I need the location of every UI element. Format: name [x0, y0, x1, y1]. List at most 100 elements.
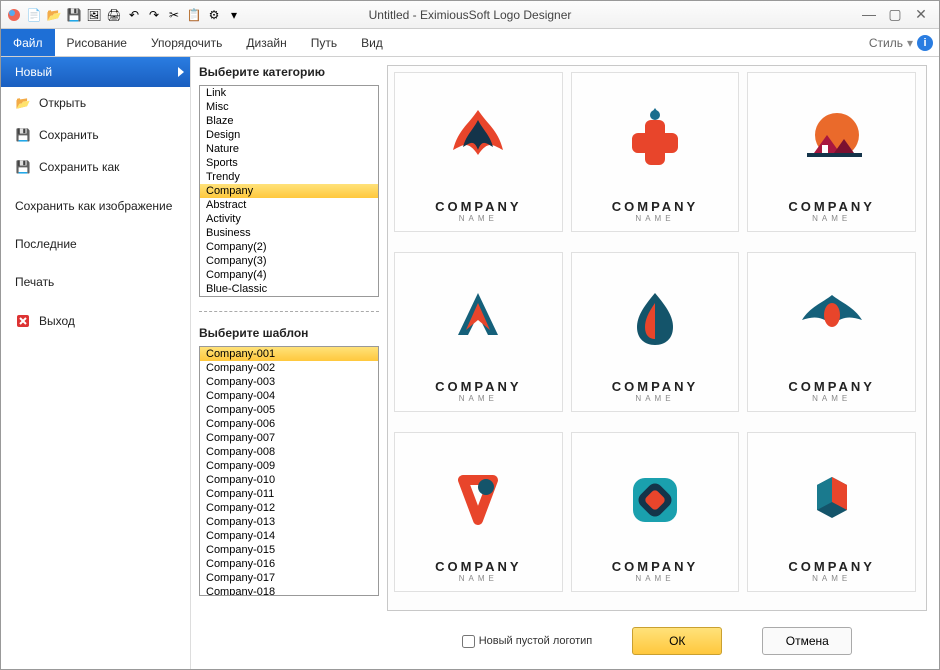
logo-graphic — [792, 441, 872, 559]
folder-icon: 📂 — [15, 95, 31, 111]
list-item[interactable]: Company-011 — [200, 487, 378, 501]
image-icon[interactable]: 🖼 — [85, 6, 103, 24]
dropdown-icon[interactable]: ▾ — [225, 6, 243, 24]
logo-graphic — [615, 441, 695, 559]
logo-caption: COMPANYNAME — [435, 559, 521, 583]
logo-card[interactable]: COMPANYNAME — [747, 72, 916, 232]
logo-caption: COMPANYNAME — [435, 379, 521, 403]
quick-toolbar: 📄 📂 💾 🖼 🖨 ↶ ↷ ✂ 📋 ⚙ ▾ — [1, 6, 247, 24]
open-icon[interactable]: 📂 — [45, 6, 63, 24]
logo-caption: COMPANYNAME — [788, 199, 874, 223]
menu-draw[interactable]: Рисование — [55, 29, 139, 56]
logo-caption: COMPANYNAME — [612, 199, 698, 223]
list-item[interactable]: Company(2) — [200, 240, 378, 254]
sidebar-exit[interactable]: Выход — [1, 305, 190, 337]
list-item[interactable]: Business — [200, 226, 378, 240]
titlebar: 📄 📂 💾 🖼 🖨 ↶ ↷ ✂ 📋 ⚙ ▾ Untitled - Eximiou… — [1, 1, 939, 29]
sidebar: Новый 📂Открыть 💾Сохранить 💾Сохранить как… — [1, 57, 191, 669]
close-button[interactable]: ✕ — [911, 6, 931, 23]
logo-graphic — [615, 261, 695, 379]
logo-card[interactable]: COMPANYNAME — [571, 252, 740, 412]
minimize-button[interactable]: — — [859, 6, 879, 23]
logo-card[interactable]: COMPANYNAME — [571, 72, 740, 232]
maximize-button[interactable]: ▢ — [885, 6, 905, 23]
list-item[interactable]: Link — [200, 86, 378, 100]
list-item[interactable]: Company-010 — [200, 473, 378, 487]
cancel-button[interactable]: Отмена — [762, 627, 852, 655]
undo-icon[interactable]: ↶ — [125, 6, 143, 24]
bottom-bar: Новый пустой логотип ОК Отмена — [387, 617, 927, 661]
style-label[interactable]: Стиль — [869, 36, 903, 50]
sidebar-open[interactable]: 📂Открыть — [1, 87, 190, 119]
redo-icon[interactable]: ↷ — [145, 6, 163, 24]
list-item[interactable]: Company-009 — [200, 459, 378, 473]
save-icon[interactable]: 💾 — [65, 6, 83, 24]
list-item[interactable]: Trendy — [200, 170, 378, 184]
list-item[interactable]: Company-017 — [200, 571, 378, 585]
list-item[interactable]: Company-005 — [200, 403, 378, 417]
template-listbox[interactable]: Company-001Company-002Company-003Company… — [199, 346, 379, 596]
list-item[interactable]: Company-016 — [200, 557, 378, 571]
gallery: COMPANYNAME COMPANYNAME COMPANYNAME COMPANY… — [387, 65, 927, 611]
category-title: Выберите категорию — [199, 65, 379, 81]
list-item[interactable]: Design — [200, 128, 378, 142]
empty-logo-check-input[interactable] — [462, 635, 475, 648]
list-item[interactable]: Company(3) — [200, 254, 378, 268]
list-item[interactable]: Company-003 — [200, 375, 378, 389]
list-item[interactable]: Abstract — [200, 198, 378, 212]
save-icon: 💾 — [15, 127, 31, 143]
sidebar-print[interactable]: Печать — [1, 267, 190, 297]
logo-card[interactable]: COMPANYNAME — [394, 72, 563, 232]
list-item[interactable]: Nature — [200, 142, 378, 156]
logo-caption: COMPANYNAME — [788, 559, 874, 583]
list-item[interactable]: Company-007 — [200, 431, 378, 445]
list-item[interactable]: Blaze — [200, 114, 378, 128]
logo-graphic — [615, 81, 695, 199]
logo-card[interactable]: COMPANYNAME — [747, 432, 916, 592]
list-item[interactable]: Company-004 — [200, 389, 378, 403]
menu-design[interactable]: Дизайн — [234, 29, 298, 56]
list-item[interactable]: Company-012 — [200, 501, 378, 515]
list-item[interactable]: Company(4) — [200, 268, 378, 282]
print-icon[interactable]: 🖨 — [105, 6, 123, 24]
cut-icon[interactable]: ✂ — [165, 6, 183, 24]
info-icon[interactable]: i — [917, 35, 933, 51]
ok-button[interactable]: ОК — [632, 627, 722, 655]
list-item[interactable]: Sports — [200, 156, 378, 170]
list-item[interactable]: Company-008 — [200, 445, 378, 459]
menu-file[interactable]: Файл — [1, 29, 55, 56]
list-item[interactable]: Company-001 — [200, 347, 378, 361]
paste-icon[interactable]: 📋 — [185, 6, 203, 24]
list-item[interactable]: Company-002 — [200, 361, 378, 375]
menu-view[interactable]: Вид — [349, 29, 395, 56]
logo-caption: COMPANYNAME — [612, 559, 698, 583]
sidebar-recent[interactable]: Последние — [1, 229, 190, 259]
menu-path[interactable]: Путь — [299, 29, 349, 56]
list-item[interactable]: Company-018 — [200, 585, 378, 595]
sidebar-new[interactable]: Новый — [1, 57, 190, 87]
sidebar-save-image[interactable]: Сохранить как изображение — [1, 191, 190, 221]
list-item[interactable]: Company-015 — [200, 543, 378, 557]
logo-card[interactable]: COMPANYNAME — [747, 252, 916, 412]
exit-icon — [15, 313, 31, 329]
sidebar-saveas[interactable]: 💾Сохранить как — [1, 151, 190, 183]
list-item[interactable]: Company-013 — [200, 515, 378, 529]
list-item[interactable]: Company-014 — [200, 529, 378, 543]
list-item[interactable]: Blue-Classic — [200, 282, 378, 296]
logo-card[interactable]: COMPANYNAME — [394, 252, 563, 412]
logo-card[interactable]: COMPANYNAME — [571, 432, 740, 592]
sidebar-save[interactable]: 💾Сохранить — [1, 119, 190, 151]
category-listbox[interactable]: LinkMiscBlazeDesignNatureSportsTrendyCom… — [199, 85, 379, 297]
list-item[interactable]: Activity — [200, 212, 378, 226]
logo-graphic — [438, 261, 518, 379]
logo-card[interactable]: COMPANYNAME — [394, 432, 563, 592]
menu-arrange[interactable]: Упорядочить — [139, 29, 234, 56]
menubar: Файл Рисование Упорядочить Дизайн Путь В… — [1, 29, 939, 57]
empty-logo-checkbox[interactable]: Новый пустой логотип — [462, 635, 593, 648]
logo-caption: COMPANYNAME — [612, 379, 698, 403]
list-item[interactable]: Misc — [200, 100, 378, 114]
options-icon[interactable]: ⚙ — [205, 6, 223, 24]
list-item[interactable]: Company-006 — [200, 417, 378, 431]
list-item[interactable]: Company — [200, 184, 378, 198]
new-icon[interactable]: 📄 — [25, 6, 43, 24]
